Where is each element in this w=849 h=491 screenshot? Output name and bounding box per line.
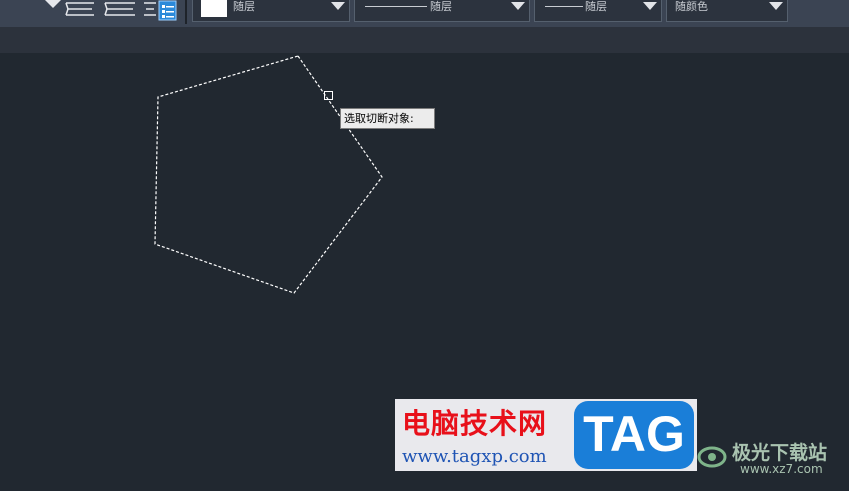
brand-logo-icon <box>697 446 727 468</box>
brand-url: www.xz7.com <box>740 462 823 476</box>
watermark-tag-logo: TAG <box>574 401 694 469</box>
watermark-site-url: www.tagxp.com <box>402 446 547 467</box>
pickbox-cursor-icon <box>324 91 333 100</box>
brand-name: 极光下载站 <box>732 442 828 464</box>
command-tooltip: 选取切断对象: <box>340 108 435 129</box>
watermark-site-name: 电脑技术网 <box>402 407 548 440</box>
